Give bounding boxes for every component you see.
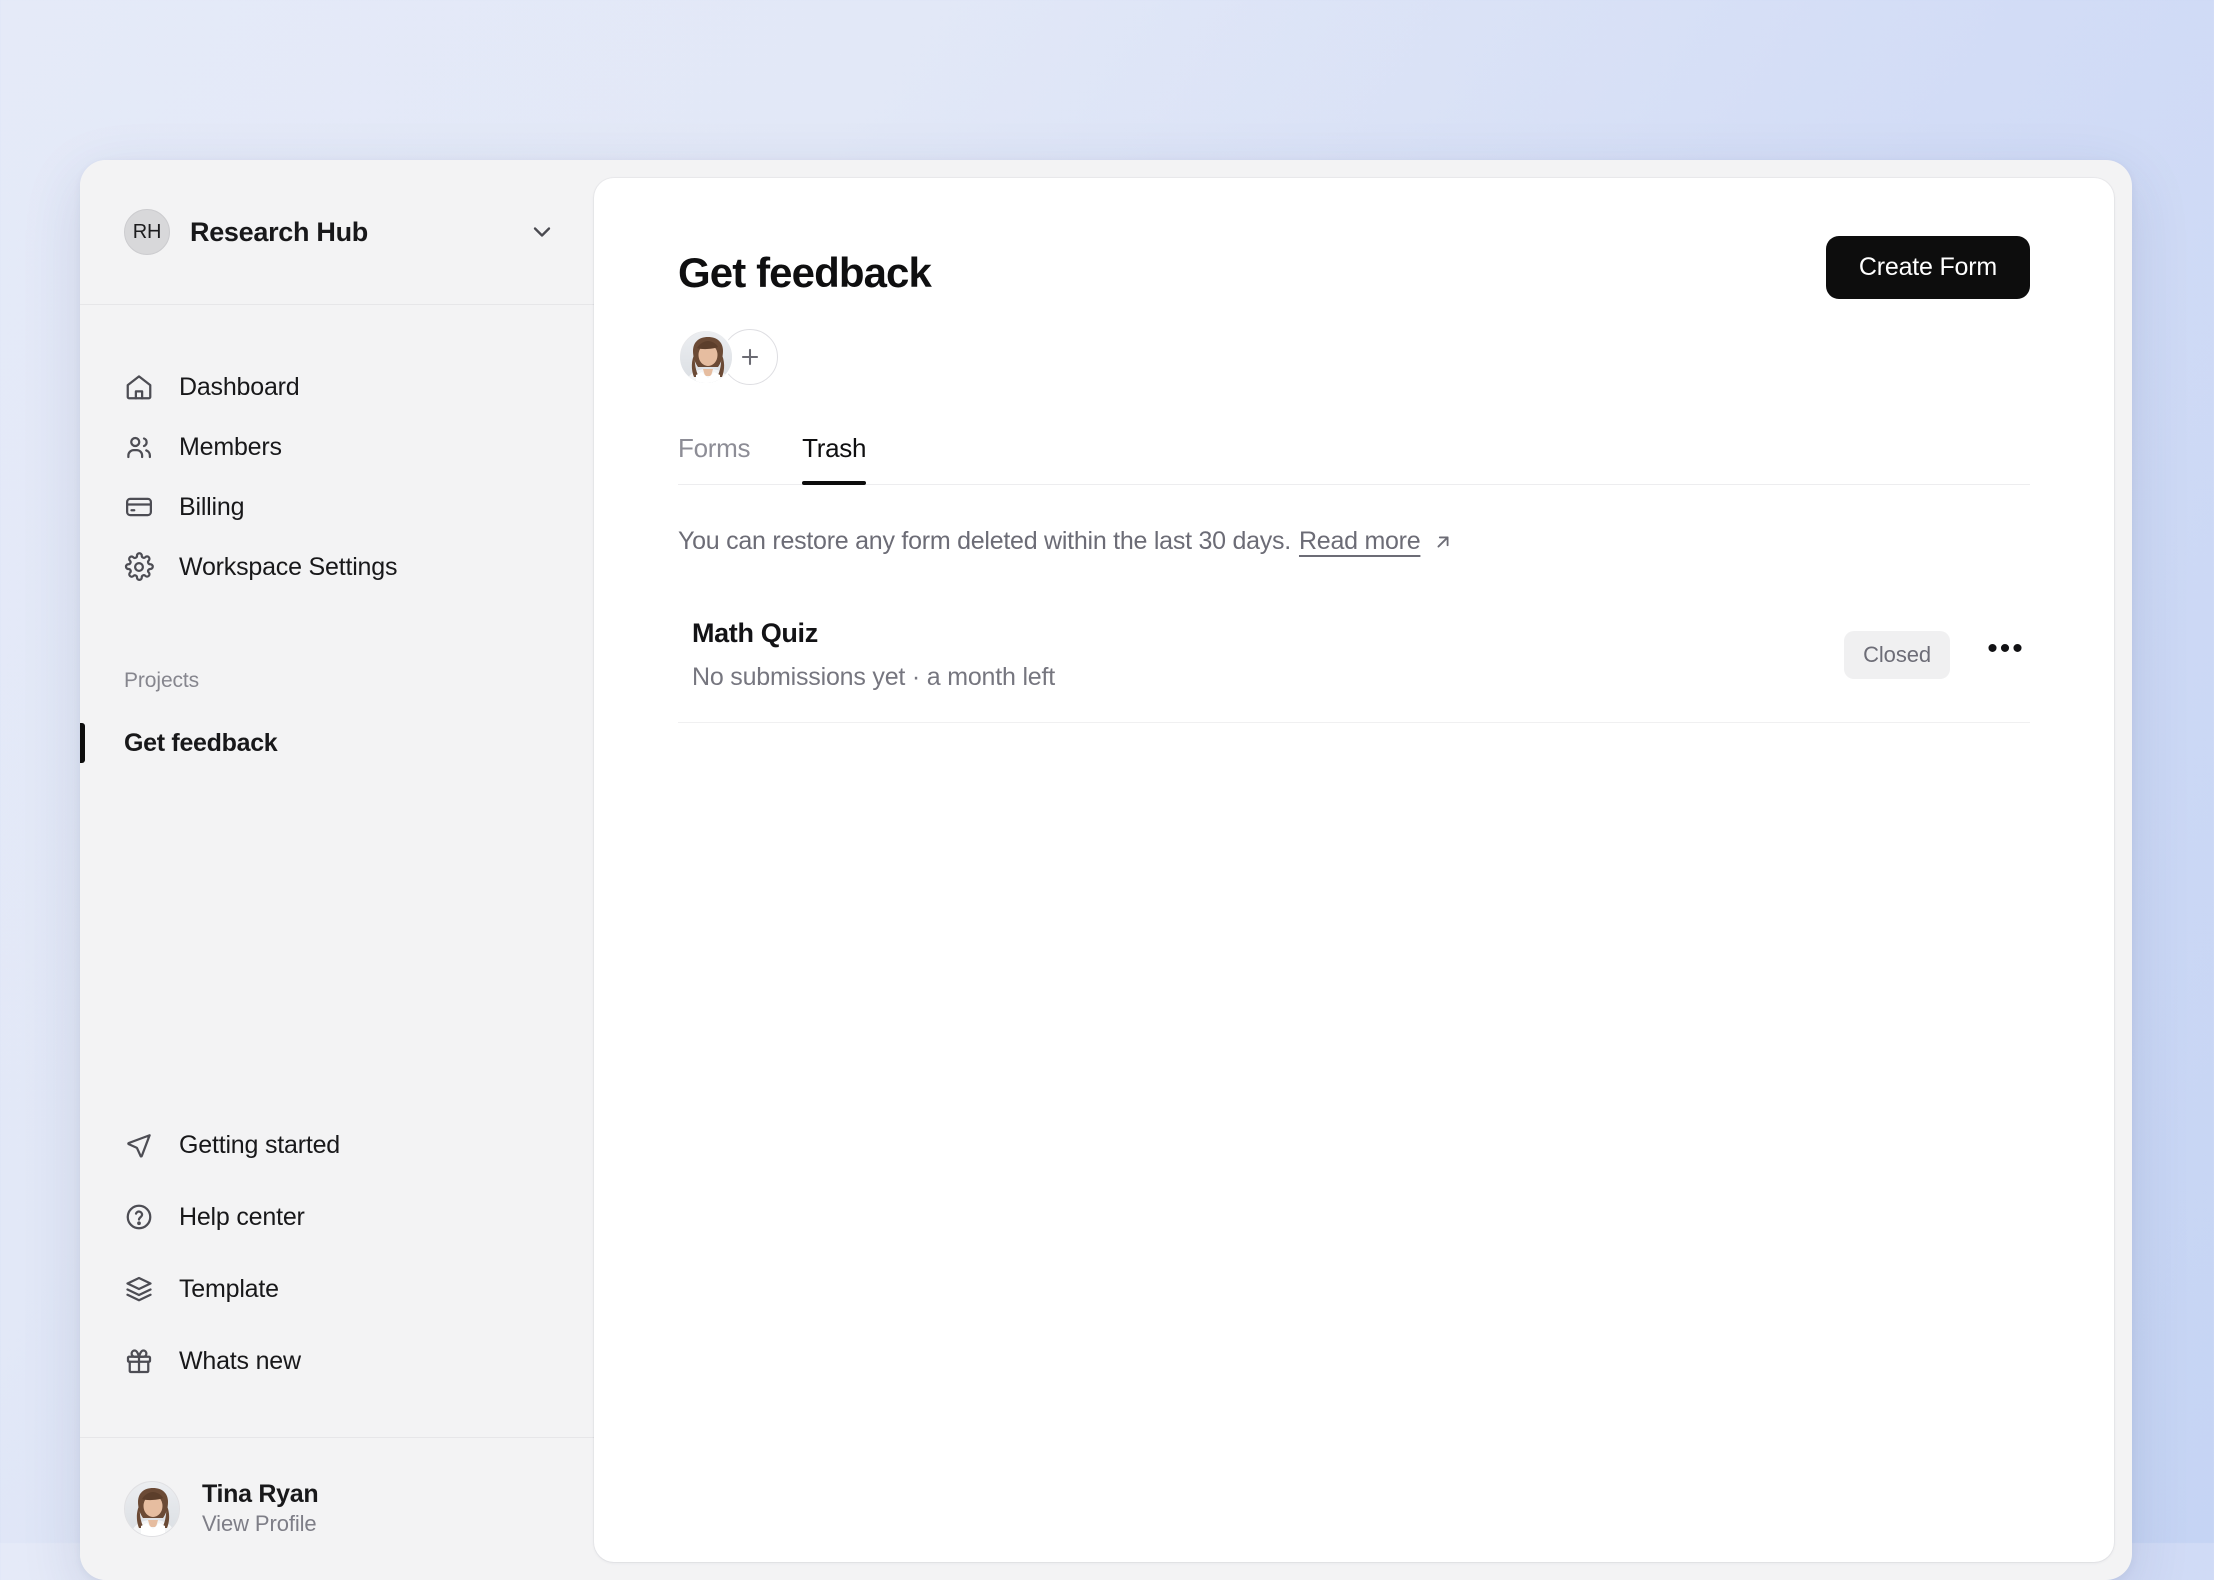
trash-notice: You can restore any form deleted within … <box>678 527 2030 556</box>
user-meta: Tina Ryan View Profile <box>202 1479 318 1539</box>
avatar[interactable] <box>678 329 734 385</box>
trashed-forms-list: Math Quiz No submissions yet · a month l… <box>678 596 2030 723</box>
sidebar-item-members[interactable]: Members <box>80 417 594 477</box>
form-name: Math Quiz <box>692 618 1844 649</box>
app-window: RH Research Hub Dashboard Members <box>80 160 2132 1580</box>
sidebar-item-dashboard[interactable]: Dashboard <box>80 357 594 417</box>
page-title: Get feedback <box>678 250 931 296</box>
member-avatar-stack <box>678 329 2030 385</box>
primary-nav: Dashboard Members Billing Workspace Sett… <box>80 305 594 597</box>
create-form-button[interactable]: Create Form <box>1826 236 2030 299</box>
sidebar-item-label: Whats new <box>179 1347 301 1376</box>
sidebar-spacer <box>80 771 594 1109</box>
user-name: Tina Ryan <box>202 1479 318 1510</box>
workspace-avatar: RH <box>124 209 170 255</box>
sidebar-item-get-feedback[interactable]: Get feedback <box>80 715 594 771</box>
tab-forms[interactable]: Forms <box>678 433 750 484</box>
sidebar-item-help-center[interactable]: Help center <box>80 1181 594 1253</box>
gear-icon <box>124 552 154 582</box>
question-circle-icon <box>124 1202 154 1232</box>
status-badge: Closed <box>1844 631 1950 679</box>
credit-card-icon <box>124 492 154 522</box>
view-profile-link[interactable]: View Profile <box>202 1510 318 1539</box>
main-panel: Get feedback Create Form <box>594 178 2114 1562</box>
sidebar-item-label: Billing <box>179 493 244 522</box>
layers-icon <box>124 1274 154 1304</box>
tab-bar: Forms Trash <box>678 433 2030 485</box>
sidebar-item-label: Template <box>179 1275 279 1304</box>
external-link-icon[interactable] <box>1432 531 1454 553</box>
send-icon <box>124 1130 154 1160</box>
sidebar-item-getting-started[interactable]: Getting started <box>80 1109 594 1181</box>
sidebar-item-label: Getting started <box>179 1131 340 1160</box>
table-row[interactable]: Math Quiz No submissions yet · a month l… <box>678 596 2030 723</box>
secondary-nav: Getting started Help center Template Wha… <box>80 1109 594 1437</box>
ellipsis-icon[interactable]: ••• <box>1982 631 2030 679</box>
avatar <box>124 1481 180 1537</box>
form-meta: No submissions yet · a month left <box>692 663 1844 692</box>
gift-icon <box>124 1346 154 1376</box>
chevron-down-icon[interactable] <box>528 218 556 246</box>
workspace-name: Research Hub <box>190 217 528 248</box>
page-header: Get feedback Create Form <box>678 250 2030 299</box>
sidebar-item-billing[interactable]: Billing <box>80 477 594 537</box>
workspace-switcher[interactable]: RH Research Hub <box>80 160 594 305</box>
sidebar: RH Research Hub Dashboard Members <box>80 160 594 1580</box>
read-more-link[interactable]: Read more <box>1299 527 1420 556</box>
sidebar-item-label: Dashboard <box>179 373 300 402</box>
sidebar-item-label: Help center <box>179 1203 305 1232</box>
sidebar-item-template[interactable]: Template <box>80 1253 594 1325</box>
main-area: Get feedback Create Form <box>594 160 2132 1580</box>
home-icon <box>124 372 154 402</box>
sidebar-item-label: Workspace Settings <box>179 553 397 582</box>
sidebar-item-workspace-settings[interactable]: Workspace Settings <box>80 537 594 597</box>
user-profile-footer[interactable]: Tina Ryan View Profile <box>80 1437 594 1580</box>
trash-notice-text: You can restore any form deleted within … <box>678 527 1291 556</box>
tab-trash[interactable]: Trash <box>802 433 866 484</box>
projects-heading: Projects <box>80 669 594 693</box>
form-info: Math Quiz No submissions yet · a month l… <box>692 618 1844 692</box>
users-icon <box>124 432 154 462</box>
sidebar-item-whats-new[interactable]: Whats new <box>80 1325 594 1397</box>
project-label: Get feedback <box>124 729 277 758</box>
sidebar-item-label: Members <box>179 433 282 462</box>
